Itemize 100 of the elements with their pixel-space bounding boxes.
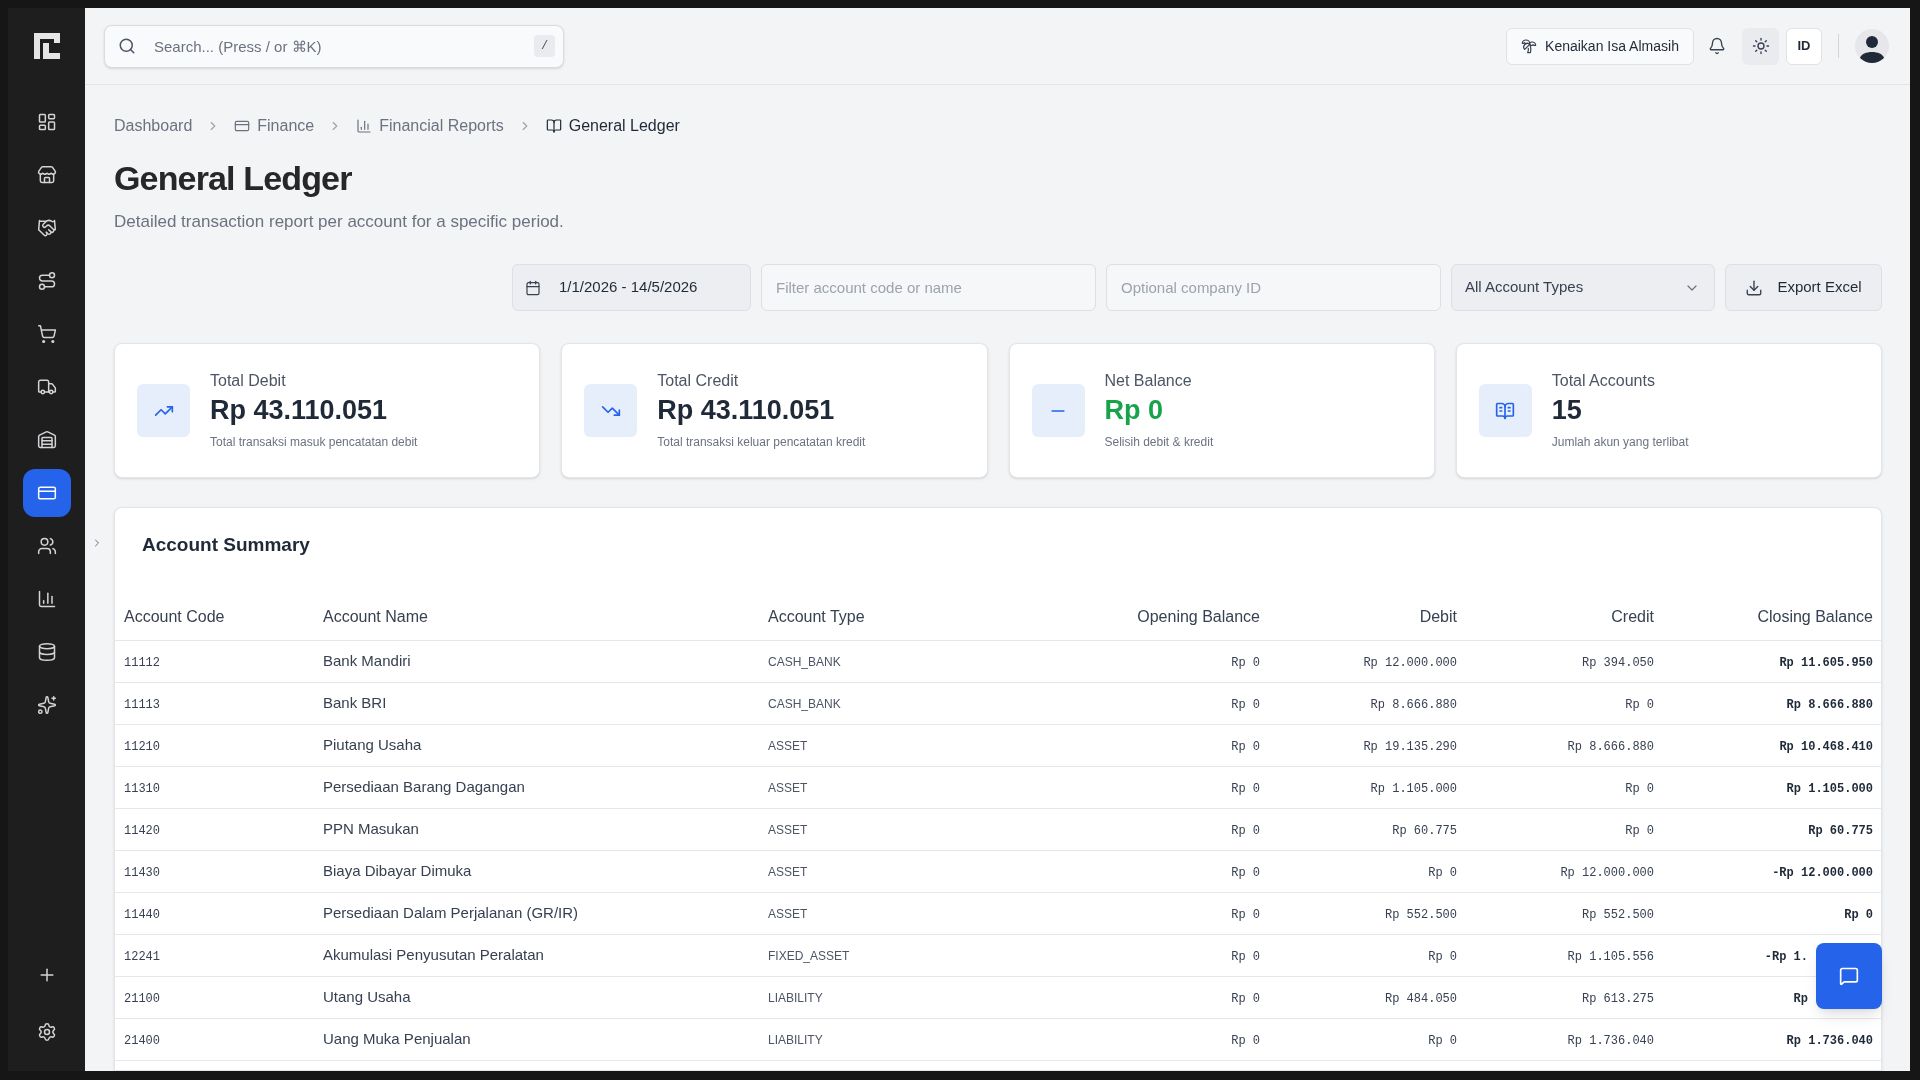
opening-balance: Rp 0 — [1231, 1034, 1260, 1048]
debit-amount: Rp 60.775 — [1392, 824, 1457, 838]
credit-amount: Rp 613.275 — [1582, 992, 1654, 1006]
stat-value: Rp 43.110.051 — [210, 394, 389, 427]
account-type-select[interactable]: All Account Types — [1451, 264, 1715, 311]
users-icon — [36, 536, 57, 556]
stat-label: Total Accounts — [1551, 371, 1656, 391]
download-icon — [1745, 278, 1764, 297]
account-code: 21400 — [124, 1034, 160, 1048]
credit-amount: Rp 0 — [1625, 782, 1654, 796]
sidebar-item[interactable] — [22, 469, 71, 517]
opening-balance: Rp 0 — [1231, 656, 1260, 670]
breadcrumb-link[interactable]: Dashboard — [114, 114, 193, 138]
debit-amount: Rp 0 — [1428, 866, 1457, 880]
account-name: Bank Mandiri — [323, 652, 411, 669]
column-header: Account Code — [124, 608, 225, 626]
debit-amount: Rp 1.105.000 — [1370, 782, 1457, 796]
closing-balance: -Rp 12.000.000 — [1772, 866, 1873, 880]
stat-note: Selisih debit & kredit — [1104, 434, 1214, 451]
trend-up-icon — [137, 384, 190, 437]
debit-amount: Rp 12.000.000 — [1363, 656, 1457, 670]
account-code: 11210 — [124, 740, 160, 754]
store-icon — [36, 165, 57, 185]
breadcrumb-link[interactable]: General Ledger — [545, 114, 680, 138]
chat-button[interactable] — [1816, 943, 1882, 1009]
opening-balance: Rp 0 — [1231, 782, 1260, 796]
truck-icon — [36, 377, 57, 397]
credit-card-icon — [234, 118, 251, 134]
database-icon — [36, 642, 57, 662]
palm-tree-icon — [1521, 38, 1538, 54]
column-header: Account Type — [768, 608, 865, 626]
account-code: 11310 — [124, 782, 160, 796]
settings-icon — [36, 1022, 57, 1042]
bar-chart-icon — [36, 589, 57, 609]
debit-amount: Rp 8.666.880 — [1370, 698, 1457, 712]
account-type: LIABILITY — [768, 991, 823, 1005]
holiday-button[interactable]: Kenaikan Isa Almasih — [1506, 27, 1694, 65]
account-name: Persediaan Dalam Perjalanan (GR/IR) — [323, 904, 579, 921]
breadcrumb-link[interactable]: Financial Reports — [356, 114, 504, 138]
date-range-button[interactable]: 1/1/2026 - 14/5/2026 — [512, 264, 751, 311]
stat-label: Total Debit — [210, 371, 287, 391]
debit-amount: Rp 0 — [1428, 1034, 1457, 1048]
closing-balance: Rp 11.605.950 — [1779, 656, 1873, 670]
stat-label: Total Credit — [657, 371, 740, 391]
language-button[interactable]: ID — [1786, 27, 1822, 65]
account-code: 21100 — [124, 992, 160, 1006]
page-subtitle: Detailed transaction report per account for a specific period. — [114, 211, 564, 233]
opening-balance: Rp 0 — [1231, 698, 1260, 712]
breadcrumb-link[interactable]: Finance — [234, 114, 315, 138]
closing-balance: Rp 10.468.410 — [1779, 740, 1873, 754]
stat-label: Net Balance — [1104, 371, 1193, 391]
column-header: Credit — [1611, 608, 1654, 626]
account-type: FIXED_ASSET — [768, 949, 850, 963]
stat-note: Total transaksi keluar pencatatan kredit — [657, 434, 866, 451]
cart-icon — [36, 324, 57, 344]
account-type: CASH_BANK — [768, 655, 841, 669]
debit-amount: Rp 552.500 — [1385, 908, 1457, 922]
route-icon — [36, 271, 57, 291]
bell-icon — [1708, 37, 1726, 55]
account-code: 11420 — [124, 824, 160, 838]
account-name: Piutang Usaha — [323, 736, 422, 753]
avatar-icon[interactable] — [1855, 29, 1889, 63]
closing-balance: Rp 60.775 — [1808, 824, 1873, 838]
debit-amount: Rp 19.135.290 — [1363, 740, 1457, 754]
column-header: Account Name — [323, 608, 428, 626]
company-id-input[interactable]: Optional company ID — [1106, 264, 1441, 311]
shortcut-key: / — [534, 34, 555, 57]
handshake-icon — [36, 218, 57, 238]
opening-balance: Rp 0 — [1231, 824, 1260, 838]
credit-amount: Rp 12.000.000 — [1560, 866, 1654, 880]
account-name: Akumulasi Penyusutan Peralatan — [323, 946, 544, 963]
opening-balance: Rp 0 — [1231, 950, 1260, 964]
export-button[interactable]: Export Excel — [1725, 264, 1882, 311]
account-type: LIABILITY — [768, 1033, 823, 1047]
account-name: PPN Masukan — [323, 820, 419, 837]
theme-toggle[interactable] — [1742, 27, 1779, 65]
stat-value: Rp 43.110.051 — [657, 394, 836, 427]
account-type: ASSET — [768, 907, 808, 921]
open-book-icon — [1478, 384, 1532, 437]
calendar-icon — [525, 279, 541, 296]
account-name: Biaya Dibayar Dimuka — [323, 862, 472, 879]
debit-amount: Rp 484.050 — [1385, 992, 1457, 1006]
chat-icon — [1839, 966, 1859, 986]
credit-amount: Rp 0 — [1625, 824, 1654, 838]
column-header: Closing Balance — [1757, 608, 1873, 626]
closing-balance: Rp 0 — [1844, 908, 1873, 922]
layout-grid-icon — [36, 112, 57, 132]
credit-amount: Rp 8.666.880 — [1567, 740, 1654, 754]
credit-card-icon — [36, 483, 57, 503]
closing-balance: Rp 1.736.040 — [1786, 1034, 1873, 1048]
account-filter-input[interactable]: Filter account code or name — [761, 264, 1096, 311]
stat-note: Jumlah akun yang terlibat — [1551, 434, 1689, 451]
account-name: Utang Usaha — [323, 988, 411, 1005]
account-name: Uang Muka Penjualan — [323, 1030, 471, 1047]
account-type: ASSET — [768, 865, 808, 879]
opening-balance: Rp 0 — [1231, 908, 1260, 922]
account-code: 11112 — [124, 656, 160, 670]
account-code: 11430 — [124, 866, 160, 880]
logo-icon — [31, 31, 62, 61]
credit-amount: Rp 552.500 — [1582, 908, 1654, 922]
